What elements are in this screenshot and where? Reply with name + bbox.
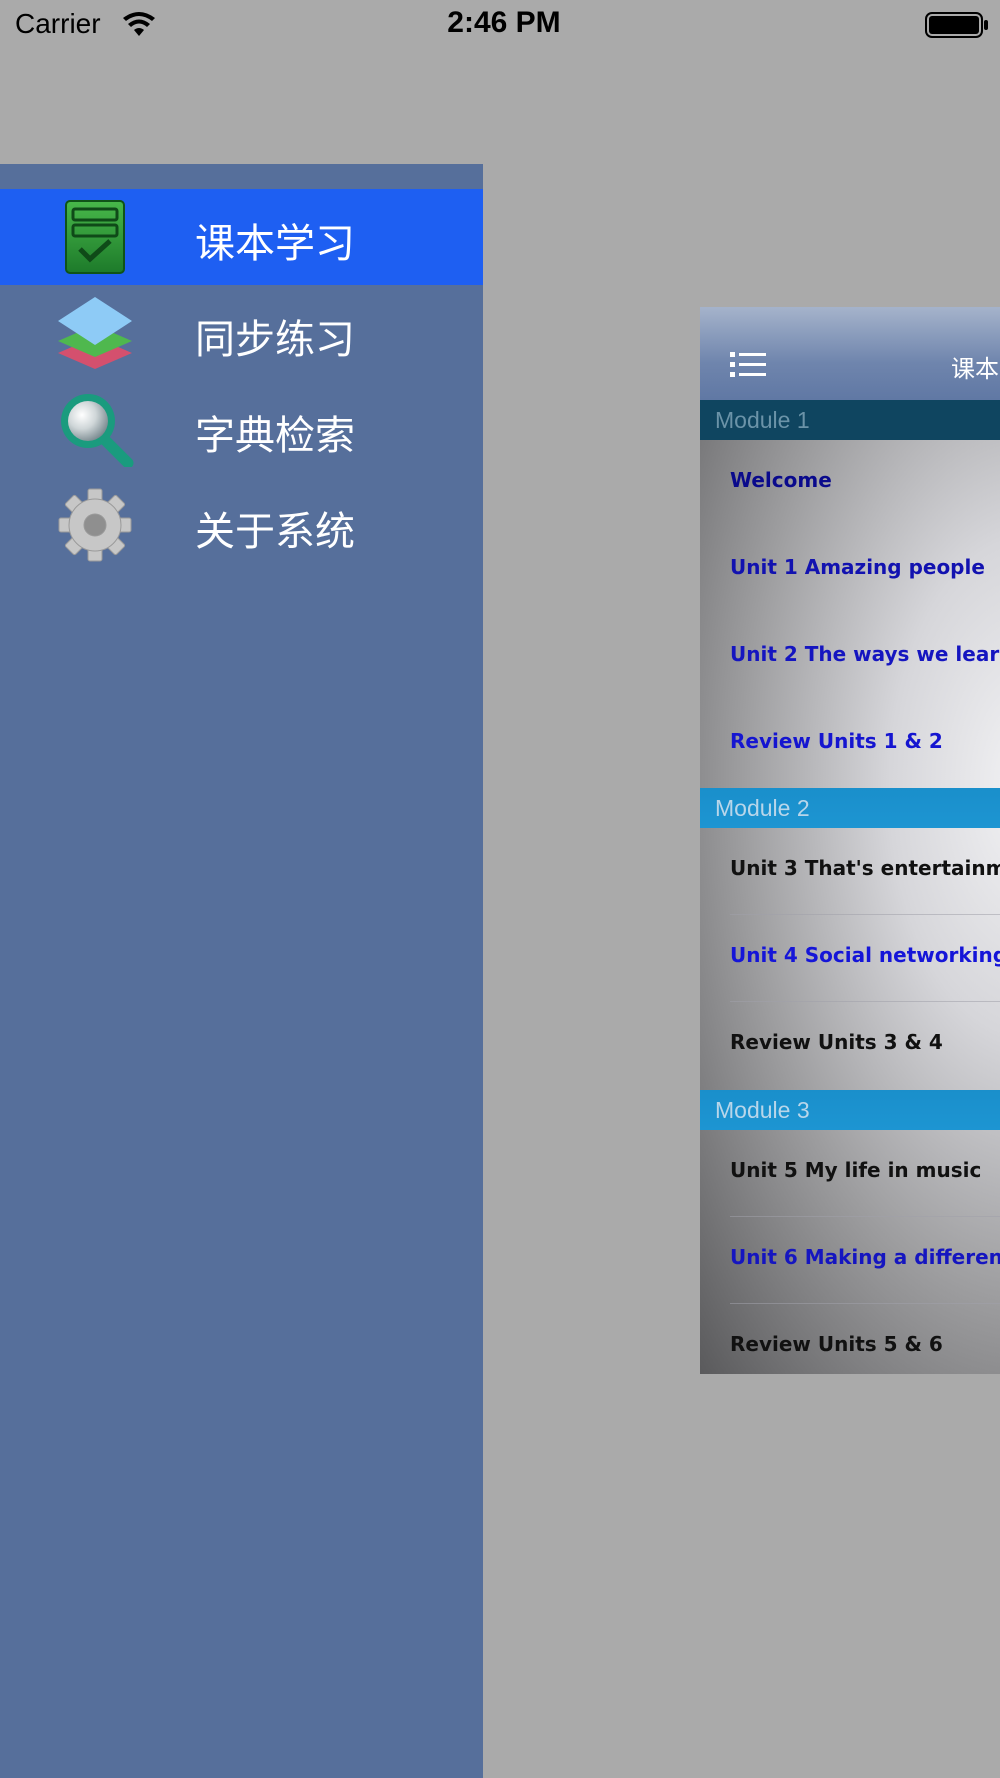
side-menu: 课本学习 同步练习 字典检索 关于系统 xyxy=(0,164,483,1778)
list-item-label: Review Units 1 & 2 xyxy=(730,729,943,753)
list-item-label: Unit 5 My life in music xyxy=(730,1158,982,1182)
list-item-label: Welcome xyxy=(730,468,832,492)
menu-item-about[interactable]: 关于系统 xyxy=(0,477,483,573)
list-item[interactable]: Review Units 1 & 2 xyxy=(700,701,1000,788)
list-item-label: Review Units 5 & 6 xyxy=(730,1332,943,1356)
magnifier-icon xyxy=(61,394,134,467)
list-item[interactable]: Review Units 3 & 4 xyxy=(700,1002,1000,1089)
content-panel: 课本 Module 1 Welcome Unit 1 Amazing peopl… xyxy=(700,307,1000,1374)
gear-icon xyxy=(58,488,132,562)
menu-item-practice[interactable]: 同步练习 xyxy=(0,285,483,381)
status-bar: Carrier 2:46 PM xyxy=(0,0,1000,50)
list-item[interactable]: Unit 1 Amazing people xyxy=(700,527,1000,614)
battery-icon xyxy=(925,12,988,38)
list-item-label: Unit 1 Amazing people xyxy=(730,555,985,579)
section-header-module-3: Module 3 xyxy=(700,1090,1000,1130)
section-header-module-2: Module 2 xyxy=(700,788,1000,828)
list-item-label: Review Units 3 & 4 xyxy=(730,1030,943,1054)
list-item[interactable]: Welcome xyxy=(700,440,1000,527)
list-item-label: Unit 2 The ways we learn xyxy=(730,642,1000,666)
list-item[interactable]: Unit 3 That's entertainment xyxy=(700,828,1000,915)
list-item[interactable]: Review Units 5 & 6 xyxy=(700,1304,1000,1374)
list-item[interactable]: Unit 5 My life in music xyxy=(700,1130,1000,1217)
layers-icon xyxy=(58,297,132,369)
menu-item-textbook[interactable]: 课本学习 xyxy=(0,189,483,285)
list-item[interactable]: Unit 4 Social networking xyxy=(700,915,1000,1002)
nav-bar: 课本 xyxy=(700,307,1000,400)
menu-item-dictionary[interactable]: 字典检索 xyxy=(0,381,483,477)
clock: 2:46 PM xyxy=(447,6,561,39)
textbook-icon xyxy=(65,200,125,274)
menu-item-label: 课本学习 xyxy=(195,221,355,267)
menu-item-label: 同步练习 xyxy=(195,317,355,363)
list-item-label: Unit 3 That's entertainment xyxy=(730,856,1000,880)
list-item-label: Unit 4 Social networking xyxy=(730,943,1000,967)
nav-title: 课本 xyxy=(951,355,999,383)
menu-item-label: 关于系统 xyxy=(195,509,355,555)
menu-item-label: 字典检索 xyxy=(195,413,355,459)
list-item[interactable]: Unit 2 The ways we learn xyxy=(700,614,1000,701)
list-item-label: Unit 6 Making a difference xyxy=(730,1245,1000,1269)
section-header-module-1: Module 1 xyxy=(700,400,1000,440)
list-item[interactable]: Unit 6 Making a difference xyxy=(700,1217,1000,1304)
list-icon[interactable] xyxy=(730,351,766,379)
